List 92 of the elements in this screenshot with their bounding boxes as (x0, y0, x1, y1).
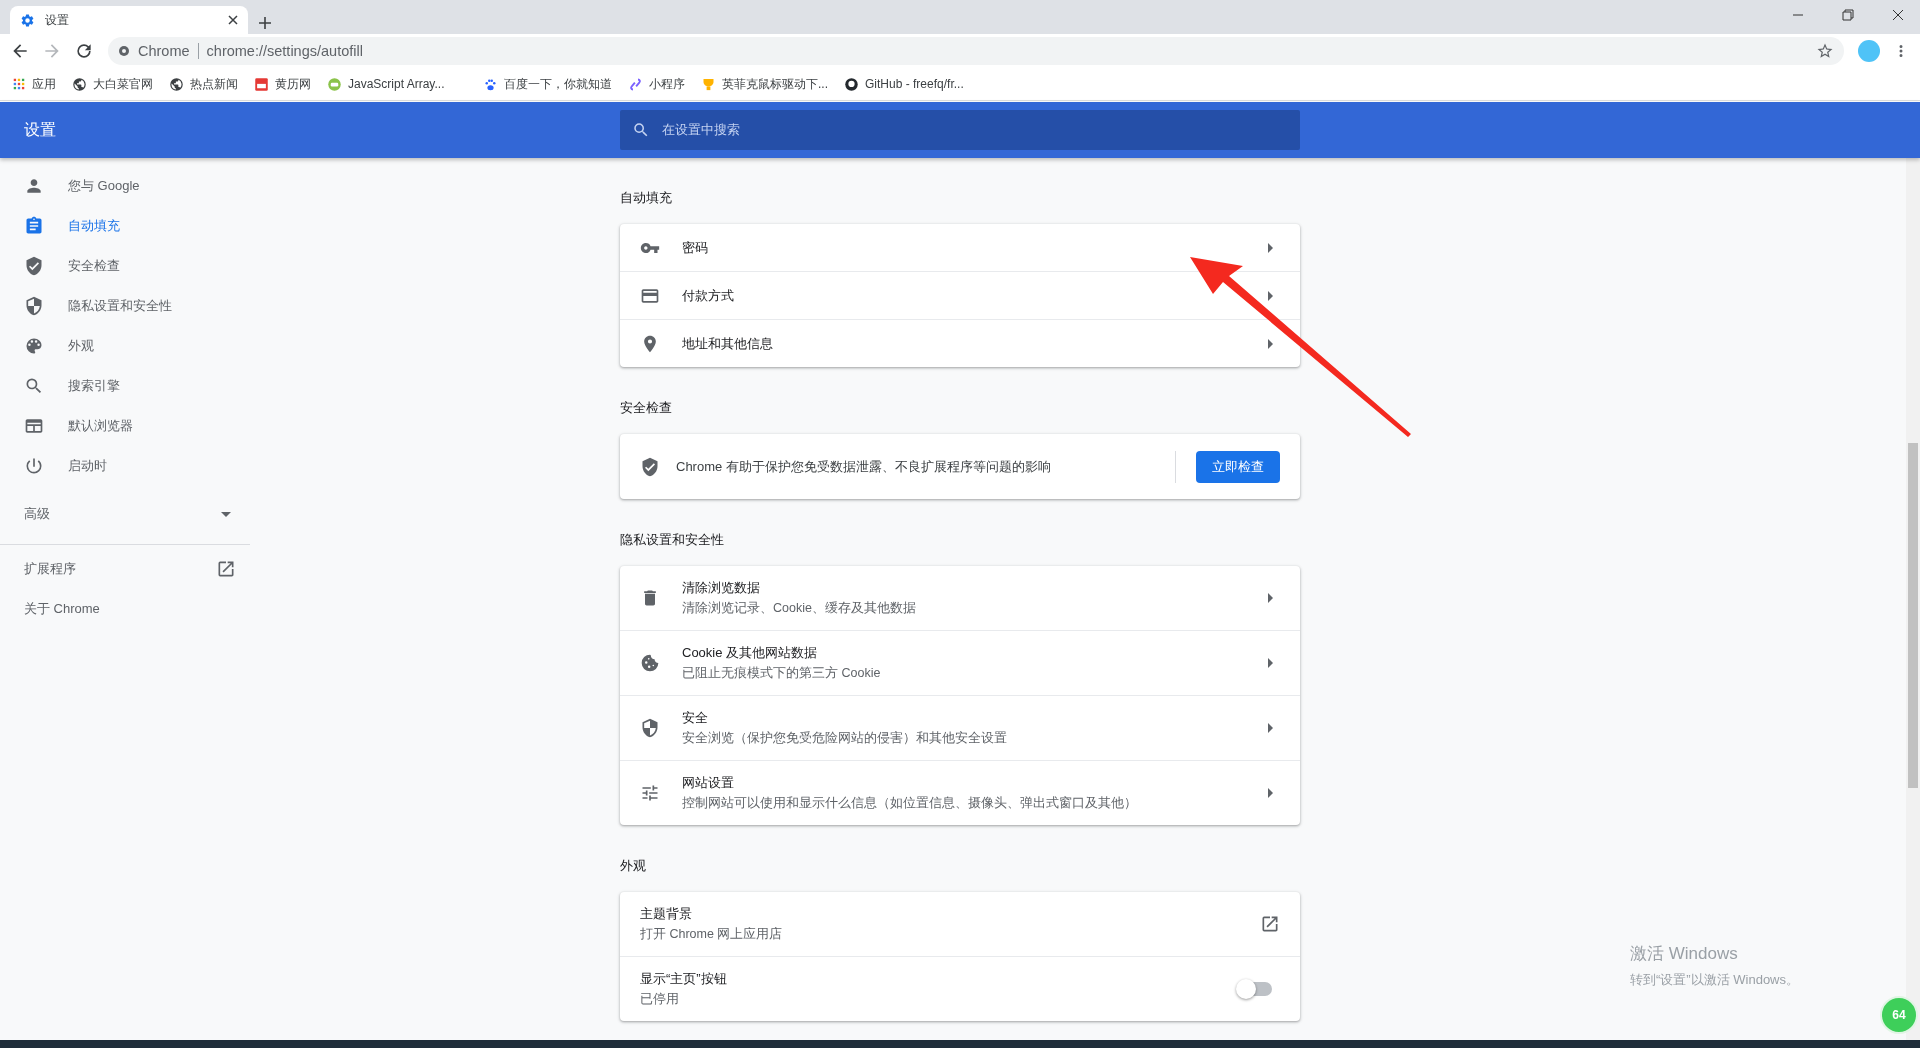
settings-row[interactable]: 安全 安全浏览（保护您免受危险网站的侵害）和其他安全设置 (620, 695, 1300, 760)
sidebar-item[interactable]: 您与 Google (0, 166, 250, 206)
chevron-right-icon (1268, 338, 1273, 349)
open-in-new-icon[interactable] (1260, 914, 1280, 934)
row-title: 付款方式 (682, 286, 735, 305)
sidebar-item[interactable]: 自动填充 (0, 206, 250, 246)
sidebar-link[interactable]: 扩展程序 (0, 549, 250, 589)
chevron-right-icon (1268, 242, 1273, 253)
bookmark-item[interactable]: 应用 (12, 75, 56, 93)
chevron-right-icon (1268, 658, 1273, 668)
settings-row[interactable]: 网站设置 控制网站可以使用和显示什么信息（如位置信息、摄像头、弹出式窗口及其他） (620, 760, 1300, 825)
sidebar-item[interactable]: 外观 (0, 326, 250, 366)
caret-icon (221, 511, 231, 517)
power-icon (24, 456, 44, 476)
clipboard-icon (24, 216, 44, 236)
sidebar-item[interactable]: 搜索引擎 (0, 366, 250, 406)
sidebar-link[interactable]: 关于 Chrome (0, 589, 250, 629)
check-now-button[interactable]: 立即检查 (1196, 450, 1280, 483)
open-in-new-icon (216, 559, 236, 579)
row-subtitle: 安全浏览（保护您免受危险网站的侵害）和其他安全设置 (682, 730, 1008, 747)
chevron-right-icon (1268, 593, 1273, 603)
palette-icon (24, 336, 44, 356)
activation-title: 激活 Windows (1630, 944, 1738, 963)
new-tab-icon[interactable] (258, 16, 272, 30)
address-bar[interactable]: Chrome chrome://settings/autofill (108, 37, 1844, 65)
row-title: 显示“主页”按钮 (640, 970, 728, 988)
row-title: 安全 (682, 709, 709, 727)
sidebar-item[interactable]: 安全检查 (0, 246, 250, 286)
close-window-icon[interactable] (1892, 9, 1904, 21)
search-icon (632, 121, 650, 139)
bookmark-item[interactable]: 热点新闻 (169, 75, 238, 93)
sidebar-item[interactable]: 启动时 (0, 446, 250, 486)
sliders-icon (640, 783, 660, 803)
section-heading: 外观 (620, 857, 647, 875)
row-title: 清除浏览数据 (682, 579, 761, 597)
site-info-icon (118, 45, 130, 57)
cookie-icon (640, 653, 660, 673)
star-icon[interactable] (1816, 42, 1834, 60)
chevron-right-icon (1268, 788, 1273, 798)
bookmark-item[interactable]: 百度一下，你就知道 (483, 75, 612, 93)
trophy-icon (701, 76, 716, 92)
restore-icon[interactable] (1842, 9, 1854, 21)
shield-check-icon (640, 456, 660, 477)
row-subtitle: 打开 Chrome 网上应用店 (640, 926, 784, 943)
apps-grid-icon (12, 77, 26, 91)
scrollbar[interactable] (1906, 158, 1920, 1040)
search-icon (24, 376, 44, 396)
reload-icon[interactable] (74, 41, 94, 61)
shield-check-icon (24, 256, 44, 276)
safety-check-text: Chrome 有助于保护您免受数据泄露、不良扩展程序等问题的影响 (676, 457, 1052, 476)
section-heading: 自动填充 (620, 189, 673, 207)
row-subtitle: 已阻止无痕模式下的第三方 Cookie (682, 665, 882, 682)
close-icon[interactable] (228, 15, 238, 25)
search-field[interactable]: 在设置中搜索 (620, 110, 1300, 150)
browser-tab[interactable]: 设置 (10, 6, 248, 34)
settings-row[interactable]: 主题背景 打开 Chrome 网上应用店 (620, 892, 1300, 956)
bookmark-item[interactable]: 小程序 (628, 75, 685, 93)
chevron-right-icon (1268, 290, 1273, 301)
chevron-right-icon (1268, 723, 1273, 733)
bookmark-item[interactable]: 英菲克鼠标驱动下... (701, 75, 828, 93)
settings-row[interactable]: 显示“主页”按钮 已停用 (620, 956, 1300, 1021)
settings-row[interactable]: Cookie 及其他网站数据 已阻止无痕模式下的第三方 Cookie (620, 630, 1300, 695)
browser-window-icon (24, 416, 44, 436)
section-heading: 隐私设置和安全性 (620, 531, 725, 549)
globe-icon (169, 76, 184, 92)
activation-message: 转到“设置”以激活 Windows。 (1630, 971, 1799, 989)
row-subtitle: 控制网站可以使用和显示什么信息（如位置信息、摄像头、弹出式窗口及其他） (682, 795, 1138, 812)
bookmark-item[interactable]: 黄历网 (254, 75, 311, 93)
link-icon (628, 76, 643, 92)
section-heading: 安全检查 (620, 399, 673, 417)
settings-row[interactable]: 清除浏览数据 清除浏览记录、Cookie、缓存及其他数据 (620, 566, 1300, 630)
bookmark-item[interactable]: GitHub - freefq/fr... (844, 76, 964, 92)
bookmark-item[interactable]: 大白菜官网 (72, 75, 153, 93)
sidebar-item[interactable]: 默认浏览器 (0, 406, 250, 446)
row-title: 地址和其他信息 (682, 334, 774, 353)
row-title: 主题背景 (640, 905, 693, 923)
gear-icon (20, 12, 35, 28)
shield-icon (24, 296, 44, 316)
advanced-toggle[interactable]: 高级 (0, 494, 250, 534)
shield-icon (640, 718, 660, 738)
row-subtitle: 清除浏览记录、Cookie、缓存及其他数据 (682, 600, 917, 617)
row-title: 网站设置 (682, 774, 735, 792)
calendar-icon (254, 76, 269, 92)
bookmark-item[interactable]: JavaScript Array... (327, 76, 467, 92)
page-title: 设置 (23, 119, 57, 140)
row-title: 密码 (682, 238, 709, 257)
globe-icon (72, 76, 87, 92)
round-logo-icon (327, 76, 342, 92)
row-title: Cookie 及其他网站数据 (682, 644, 819, 662)
sidebar-item[interactable]: 隐私设置和安全性 (0, 286, 250, 326)
row-subtitle: 已停用 (640, 991, 680, 1008)
settings-row[interactable]: 密码 (620, 224, 1300, 271)
